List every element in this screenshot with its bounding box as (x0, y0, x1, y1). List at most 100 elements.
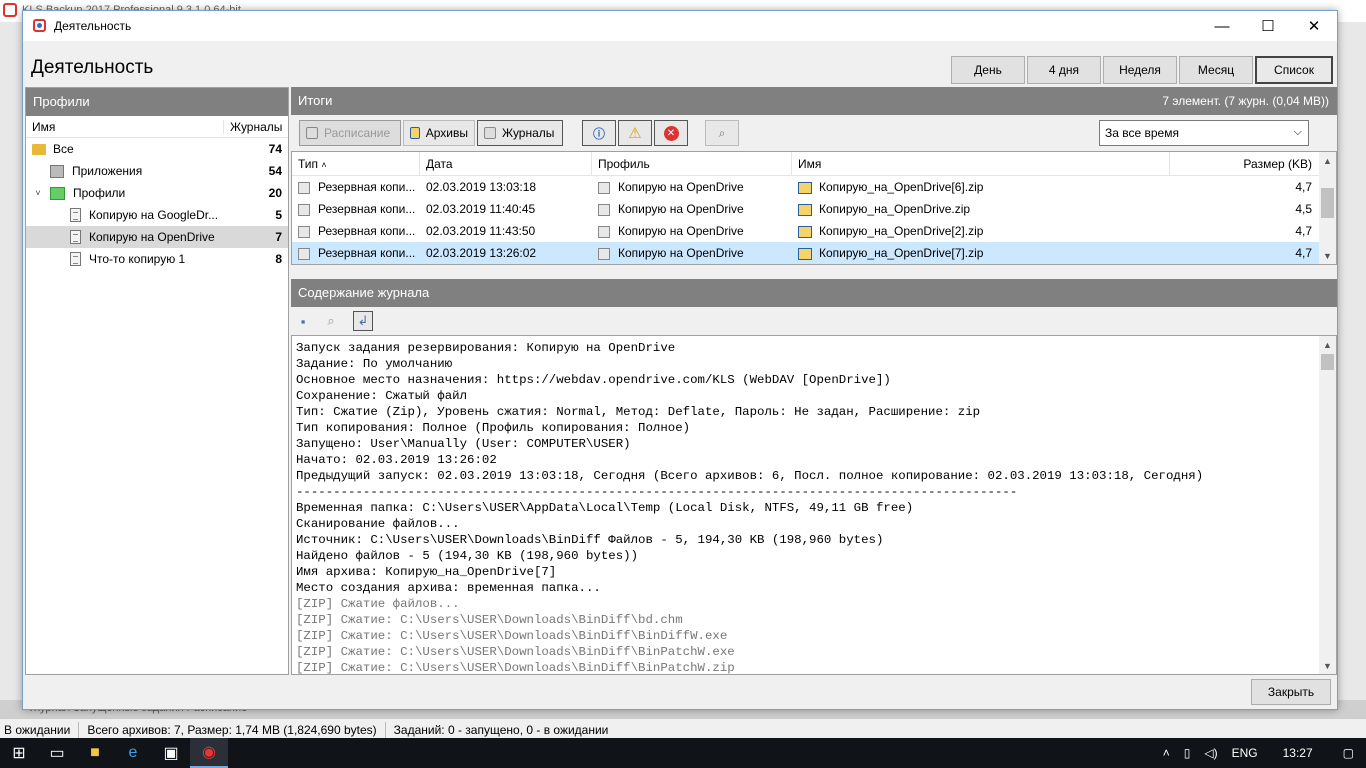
results-scrollbar[interactable]: ▲ ▼ (1319, 152, 1336, 264)
save-icon[interactable]: ▪ (293, 311, 313, 331)
notifications-icon[interactable]: ▢ (1331, 746, 1366, 760)
column-name[interactable]: Имя (792, 151, 1170, 176)
search-icon[interactable]: ⌕ (321, 311, 341, 331)
archive-icon (798, 247, 812, 260)
journal-line-zip: [ZIP] Сжатие: C:\Users\USER\Downloads\Bi… (296, 645, 735, 659)
info-filter-button[interactable]: ⓘ (582, 120, 616, 146)
profile-doc-icon (598, 225, 610, 238)
profiles-panel: Профили Имя Журналы Все 74 Приложения 54… (25, 87, 289, 675)
maximize-button[interactable]: ☐ (1245, 11, 1291, 41)
tree-item-profiles[interactable]: ˅ Профили 20 (26, 182, 288, 204)
period-select-value: За все время (1105, 126, 1179, 140)
page-title: Деятельность (31, 57, 154, 78)
tree-item-label: Копирую на GoogleDr... (89, 208, 219, 222)
task-view-icon[interactable]: ▭ (38, 738, 76, 768)
warning-filter-button[interactable]: ⚠ (618, 120, 652, 146)
scroll-up-icon[interactable]: ▲ (1319, 152, 1336, 169)
scroll-down-icon[interactable]: ▼ (1319, 657, 1336, 674)
journal-line: Источник: C:\Users\USER\Downloads\BinDif… (296, 533, 884, 547)
network-app-icon[interactable]: ▣ (152, 738, 190, 768)
logs-button[interactable]: Журналы (477, 120, 563, 146)
tree-item-profile-opendrive[interactable]: Копирую на OpenDrive 7 (26, 226, 288, 248)
column-type[interactable]: Тип ˄ (292, 151, 420, 176)
journal-line: Запуск задания резервирования: Копирую н… (296, 341, 676, 355)
period-select[interactable]: За все время ⌵ (1099, 120, 1309, 146)
journal-text[interactable]: Запуск задания резервирования: Копирую н… (291, 335, 1337, 675)
archives-button[interactable]: Архивы (403, 120, 475, 146)
input-language[interactable]: ENG (1225, 746, 1265, 760)
table-row[interactable]: Резервная копи... 02.03.2019 13:03:18 Ко… (292, 176, 1336, 198)
tree-item-all[interactable]: Все 74 (26, 138, 288, 160)
scroll-thumb[interactable] (1321, 188, 1334, 218)
archive-icon (410, 127, 420, 139)
journal-panel: Содержание журнала ▪ ⌕ ↲ Запуск задания … (291, 279, 1337, 675)
minimize-button[interactable]: — (1199, 11, 1245, 41)
tree-item-applications[interactable]: Приложения 54 (26, 160, 288, 182)
schedule-button[interactable]: Расписание (299, 120, 401, 146)
app-icon (3, 3, 17, 17)
tree-item-label: Копирую на OpenDrive (89, 230, 215, 244)
range-week-button[interactable]: Неделя (1103, 56, 1177, 84)
journal-line: Имя архива: Копирую_на_OpenDrive[7] (296, 565, 557, 579)
journal-line-zip: [ZIP] Сжатие: C:\Users\USER\Downloads\Bi… (296, 661, 735, 675)
column-name[interactable]: Имя (26, 119, 224, 134)
search-button[interactable]: ⌕ (705, 120, 739, 146)
journal-scrollbar[interactable]: ▲ ▼ (1319, 336, 1336, 674)
journal-lines: Запуск задания резервирования: Копирую н… (292, 336, 1336, 675)
network-icon[interactable]: ▯ (1177, 746, 1198, 760)
table-row[interactable]: Резервная копи... 02.03.2019 11:40:45 Ко… (292, 198, 1336, 220)
volume-icon[interactable]: ◁) (1197, 746, 1224, 760)
dialog-title: Деятельность (54, 19, 132, 33)
system-tray: ˄ ▯ ◁) ENG 13:27 ▢ (1156, 738, 1366, 768)
range-month-button[interactable]: Месяц (1179, 56, 1253, 84)
backup-type-icon (298, 225, 310, 238)
close-button[interactable]: Закрыть (1251, 679, 1331, 705)
column-logs[interactable]: Журналы (224, 120, 282, 134)
dialog-titlebar: Деятельность — ☐ ✕ (23, 11, 1337, 41)
archive-icon (798, 225, 812, 238)
journal-line: ----------------------------------------… (296, 485, 1018, 499)
clock-icon (306, 127, 318, 139)
table-header: Тип ˄ Дата Профиль Имя Размер (KB) (292, 151, 1336, 176)
windows-start-icon[interactable]: ⊞ (0, 738, 38, 768)
table-row-selected[interactable]: Резервная копи... 02.03.2019 13:26:02 Ко… (292, 242, 1336, 264)
scroll-thumb[interactable] (1321, 354, 1334, 370)
tray-chevron-icon[interactable]: ˄ (1156, 746, 1177, 760)
wrap-text-icon[interactable]: ↲ (353, 311, 373, 331)
taskbar: ⊞ ▭ ■ e ▣ ◉ ˄ ▯ ◁) ENG 13:27 ▢ (0, 738, 1366, 768)
tree-item-label: Приложения (72, 164, 143, 178)
tree-item-count: 54 (268, 164, 282, 178)
profile-doc-icon (70, 230, 81, 244)
scroll-down-icon[interactable]: ▼ (1319, 247, 1336, 264)
column-size[interactable]: Размер (KB) (1170, 152, 1318, 176)
file-explorer-icon[interactable]: ■ (76, 738, 114, 768)
internet-explorer-icon[interactable]: e (114, 738, 152, 768)
journal-line-zip: [ZIP] Сжатие: C:\Users\USER\Downloads\Bi… (296, 629, 728, 643)
scroll-up-icon[interactable]: ▲ (1319, 336, 1336, 353)
error-filter-button[interactable]: ✕ (654, 120, 688, 146)
column-date[interactable]: Дата (420, 151, 592, 176)
results-table: Тип ˄ Дата Профиль Имя Размер (KB) Резер… (291, 151, 1337, 265)
profile-doc-icon (598, 203, 610, 216)
journal-line: Основное место назначения: https://webda… (296, 373, 891, 387)
folder-icon (32, 143, 46, 155)
profile-doc-icon (598, 181, 610, 194)
journal-line: Тип: Сжатие (Zip), Уровень сжатия: Norma… (296, 405, 981, 419)
table-row[interactable]: Резервная копи... 02.03.2019 11:43:50 Ко… (292, 220, 1336, 242)
background-right-strip (1338, 22, 1366, 712)
chevron-down-icon[interactable]: ˅ (32, 188, 44, 198)
tree-item-count: 7 (275, 230, 282, 244)
results-panel: Итоги 7 элемент. (7 журн. (0,04 MB)) Рас… (291, 87, 1337, 283)
range-4days-button[interactable]: 4 дня (1027, 56, 1101, 84)
tree-item-profile-googledrive[interactable]: Копирую на GoogleDr... 5 (26, 204, 288, 226)
kls-backup-taskbar-icon[interactable]: ◉ (190, 738, 228, 768)
clock[interactable]: 13:27 (1265, 746, 1331, 760)
logs-label: Журналы (502, 126, 555, 140)
range-list-button[interactable]: Список (1255, 56, 1333, 84)
tree-item-profile-something[interactable]: Что-то копирую 1 8 (26, 248, 288, 270)
column-profile[interactable]: Профиль (592, 151, 792, 176)
profiles-header: Профили (26, 88, 288, 116)
range-day-button[interactable]: День (951, 56, 1025, 84)
close-window-button[interactable]: ✕ (1291, 11, 1337, 41)
app-icon (33, 19, 46, 32)
